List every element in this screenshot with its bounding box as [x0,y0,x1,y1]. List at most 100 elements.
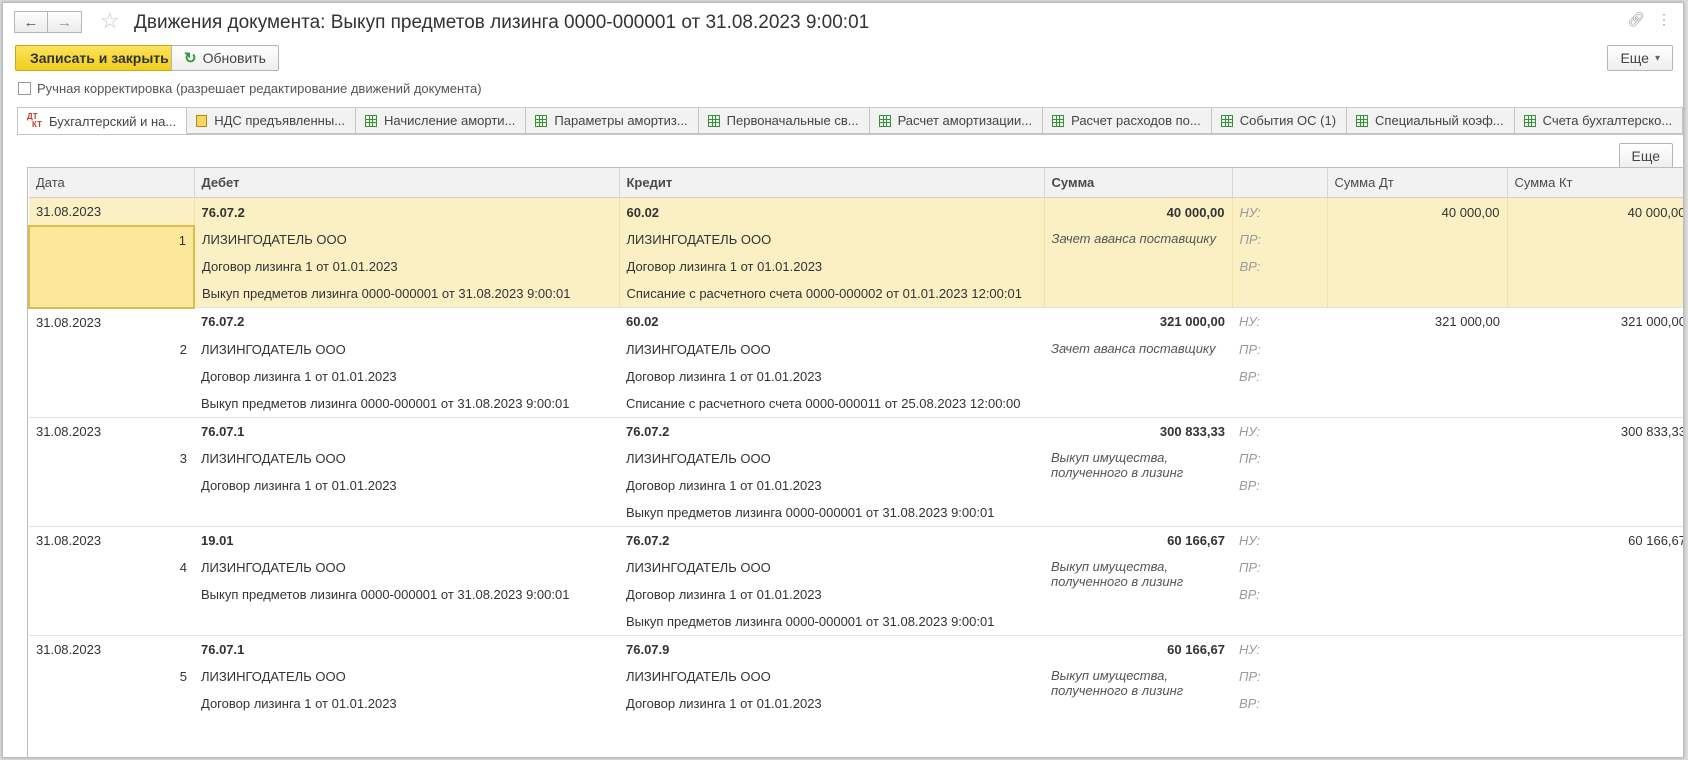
row-sum-kt-extra[interactable] [1507,499,1683,527]
tab-special-coef[interactable]: Специальный коэф... [1347,107,1515,134]
col-sum[interactable]: Сумма [1044,168,1233,198]
credit-subconto-2[interactable]: Договор лизинга 1 от 01.01.2023 [619,472,1044,499]
col-debit[interactable]: Дебет [194,168,620,198]
credit-account[interactable]: 76.07.2 [619,416,1044,445]
row-sum[interactable]: 60 166,67 [1044,634,1232,663]
more-button[interactable]: Еще ▾ [1607,45,1673,71]
credit-subconto-1[interactable]: ЛИЗИНГОДАТЕЛЬ ООО [619,226,1045,253]
row-sum-dt[interactable] [1327,416,1507,445]
debit-subconto-2[interactable]: Договор лизинга 1 от 01.01.2023 [194,472,619,499]
debit-subconto-3[interactable]: Выкуп предметов лизинга 0000-000001 от 3… [194,390,619,418]
row-content[interactable]: Зачет аванса поставщику [1044,336,1232,418]
tab-depreciation-calc[interactable]: Расчет амортизации... [869,107,1044,134]
row-sum-kt-pr[interactable] [1507,554,1683,581]
debit-subconto-3[interactable]: Выкуп предметов лизинга 0000-000001 от 3… [194,280,620,308]
row-sum-dt[interactable]: 40 000,00 [1327,197,1508,226]
tab-expenses-calc[interactable]: Расчет расходов по... [1043,107,1212,134]
row-sum-kt[interactable]: 300 833,33 [1507,416,1683,445]
row-sum-dt-vr[interactable] [1327,253,1508,280]
credit-subconto-2[interactable]: Договор лизинга 1 от 01.01.2023 [619,581,1044,608]
debit-subconto-1[interactable]: ЛИЗИНГОДАТЕЛЬ ООО [194,554,619,581]
credit-account[interactable]: 60.02 [619,307,1044,336]
credit-subconto-3[interactable]: Выкуп предметов лизинга 0000-000001 от 3… [619,608,1044,636]
credit-subconto-3[interactable]: Списание с расчетного счета 0000-000011 … [619,390,1044,418]
tab-depreciation-params[interactable]: Параметры амортиз... [526,107,699,134]
credit-subconto-2[interactable]: Договор лизинга 1 от 01.01.2023 [619,253,1045,280]
row-sum-dt[interactable] [1327,634,1507,663]
debit-account[interactable]: 76.07.1 [194,416,619,445]
debit-subconto-1[interactable]: ЛИЗИНГОДАТЕЛЬ ООО [194,663,619,690]
row-sum[interactable]: 60 166,67 [1044,525,1232,554]
row-sum-kt[interactable]: 321 000,00 [1507,307,1683,336]
manual-edit-checkbox[interactable] [18,82,31,95]
row-sum-kt-pr[interactable] [1507,445,1683,472]
debit-account[interactable]: 76.07.2 [194,197,620,226]
debit-subconto-2[interactable]: Договор лизинга 1 от 01.01.2023 [194,690,619,717]
tab-depreciation-accrual[interactable]: Начисление аморти... [356,107,527,134]
tab-vat-presented[interactable]: НДС предъявленны... [187,107,357,134]
debit-subconto-2[interactable]: Договор лизинга 1 от 01.01.2023 [194,253,620,280]
debit-subconto-2[interactable]: Выкуп предметов лизинга 0000-000001 от 3… [194,581,619,608]
row-sum-kt-extra[interactable] [1507,390,1683,418]
favorite-star-icon[interactable]: ☆ [100,9,120,33]
row-sum[interactable]: 321 000,00 [1044,307,1232,336]
row-number[interactable]: 1 [28,225,195,309]
row-sum-dt-pr[interactable] [1327,226,1508,253]
col-date[interactable]: Дата [29,168,195,198]
tab-accounting[interactable]: ДТ КТ Бухгалтерский и на... [17,107,188,135]
row-sum-dt-pr[interactable] [1327,663,1507,690]
table-row[interactable]: 31.08.2023 76.07.2 60.02 321 000,00 НУ: … [29,307,1683,418]
tab-accounting-accounts[interactable]: Счета бухгалтерско... [1514,107,1683,134]
manual-edit-label[interactable]: Ручная корректировка (разрешает редактир… [37,81,482,96]
row-sum-dt[interactable]: 321 000,00 [1327,307,1507,336]
row-sum-kt-pr[interactable] [1507,336,1683,363]
row-sum-dt-pr[interactable] [1327,445,1507,472]
row-sum-dt-extra[interactable] [1327,499,1507,527]
row-sum-dt-pr[interactable] [1327,336,1507,363]
row-sum-kt-pr[interactable] [1507,663,1683,690]
row-sum-kt-pr[interactable] [1507,226,1683,253]
table-row[interactable]: 31.08.2023 76.07.1 76.07.9 60 166,67 НУ:… [29,634,1683,717]
row-sum-dt-vr[interactable] [1327,363,1507,390]
row-sum-kt[interactable] [1507,634,1683,663]
movements-table[interactable]: Дата Дебет Кредит Сумма Сумма Дт Сумма К… [27,167,1683,757]
table-row[interactable]: 31.08.2023 76.07.1 76.07.2 300 833,33 НУ… [29,416,1683,527]
forward-button[interactable]: → [48,11,82,33]
col-sum-kt[interactable]: Сумма Кт [1507,168,1683,198]
row-sum-dt-vr[interactable] [1327,690,1507,717]
row-sum-kt-vr[interactable] [1507,690,1683,717]
debit-account[interactable]: 76.07.2 [194,307,619,336]
credit-subconto-2[interactable]: Договор лизинга 1 от 01.01.2023 [619,690,1044,717]
row-sum-dt-extra[interactable] [1327,280,1508,308]
row-sum-kt[interactable]: 40 000,00 [1507,197,1683,226]
tab-fixed-asset-events[interactable]: События ОС (1) [1211,107,1348,134]
link-icon[interactable]: 🔗︎ [1627,11,1645,28]
credit-subconto-3[interactable]: Выкуп предметов лизинга 0000-000001 от 3… [619,499,1044,527]
row-sum[interactable]: 40 000,00 [1044,197,1233,226]
row-sum-kt-vr[interactable] [1507,581,1683,608]
row-content[interactable]: Зачет аванса поставщику [1044,226,1233,308]
save-and-close-button[interactable]: Записать и закрыть [15,45,184,71]
credit-subconto-1[interactable]: ЛИЗИНГОДАТЕЛЬ ООО [619,554,1044,581]
col-sum-dt[interactable]: Сумма Дт [1327,168,1508,198]
table-row[interactable]: 31.08.2023 76.07.2 60.02 40 000,00 НУ: 4… [28,197,1683,309]
debit-subconto-2[interactable]: Договор лизинга 1 от 01.01.2023 [194,363,619,390]
grid-more-button[interactable]: Еще [1618,143,1673,169]
debit-subconto-3[interactable] [194,608,619,636]
table-row[interactable]: 31.08.2023 19.01 76.07.2 60 166,67 НУ: 6… [29,525,1683,636]
debit-account[interactable]: 76.07.1 [194,634,619,663]
tab-initial-info[interactable]: Первоначальные св... [698,107,870,134]
debit-subconto-1[interactable]: ЛИЗИНГОДАТЕЛЬ ООО [194,336,619,363]
row-sum-kt-extra[interactable] [1507,608,1683,636]
row-content[interactable]: Выкуп имущества, полученного в лизинг [1044,554,1232,636]
row-sum-dt-vr[interactable] [1327,472,1507,499]
credit-account[interactable]: 60.02 [619,197,1045,226]
row-sum-dt-extra[interactable] [1327,390,1507,418]
row-sum-kt-vr[interactable] [1507,253,1683,280]
col-credit[interactable]: Кредит [619,168,1045,198]
row-sum[interactable]: 300 833,33 [1044,416,1232,445]
row-sum-dt-extra[interactable] [1327,608,1507,636]
credit-account[interactable]: 76.07.2 [619,525,1044,554]
row-sum-kt-extra[interactable] [1507,280,1683,308]
row-sum-dt[interactable] [1327,525,1507,554]
